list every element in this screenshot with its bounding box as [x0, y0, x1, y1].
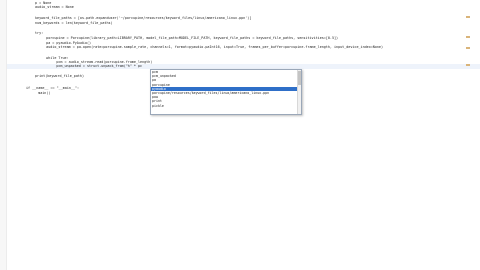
code-line[interactable]: try: — [35, 31, 475, 35]
code-line[interactable]: pcm_unpacked = struct.unpack_from("h" * … — [40, 64, 420, 68]
scrollbar-thumb[interactable] — [298, 71, 301, 85]
autocomplete-scrollbar[interactable] — [297, 70, 301, 114]
code-line[interactable]: num_keywords = len(keyword_file_paths) — [35, 21, 475, 25]
code-editor[interactable]: p = None audio_stream = None keyword_fil… — [0, 0, 480, 270]
code-line[interactable]: if __name__ == "__main__": — [26, 86, 141, 90]
code-line[interactable]: keyword_file_paths = [os.path.expanduser… — [35, 16, 290, 20]
code-line[interactable]: audio_stream = pa.open(rate=porcupine.sa… — [38, 45, 475, 49]
error-marker[interactable] — [466, 36, 470, 38]
autocomplete-popup[interactable]: pcm pcm_unpacked pa porcupine pyaudio po… — [150, 69, 302, 115]
autocomplete-item[interactable]: pickle — [151, 104, 301, 108]
line-gutter — [0, 0, 7, 270]
code-line[interactable]: main() — [30, 91, 140, 95]
error-marker[interactable] — [466, 47, 470, 49]
error-marker[interactable] — [466, 16, 470, 18]
code-line[interactable]: audio_stream = None — [35, 5, 475, 9]
code-line[interactable]: porcupine = Porcupine(library_path=LIBRA… — [38, 36, 396, 40]
error-marker[interactable] — [466, 64, 470, 66]
code-line[interactable]: print(keyword_file_path) — [35, 74, 145, 78]
